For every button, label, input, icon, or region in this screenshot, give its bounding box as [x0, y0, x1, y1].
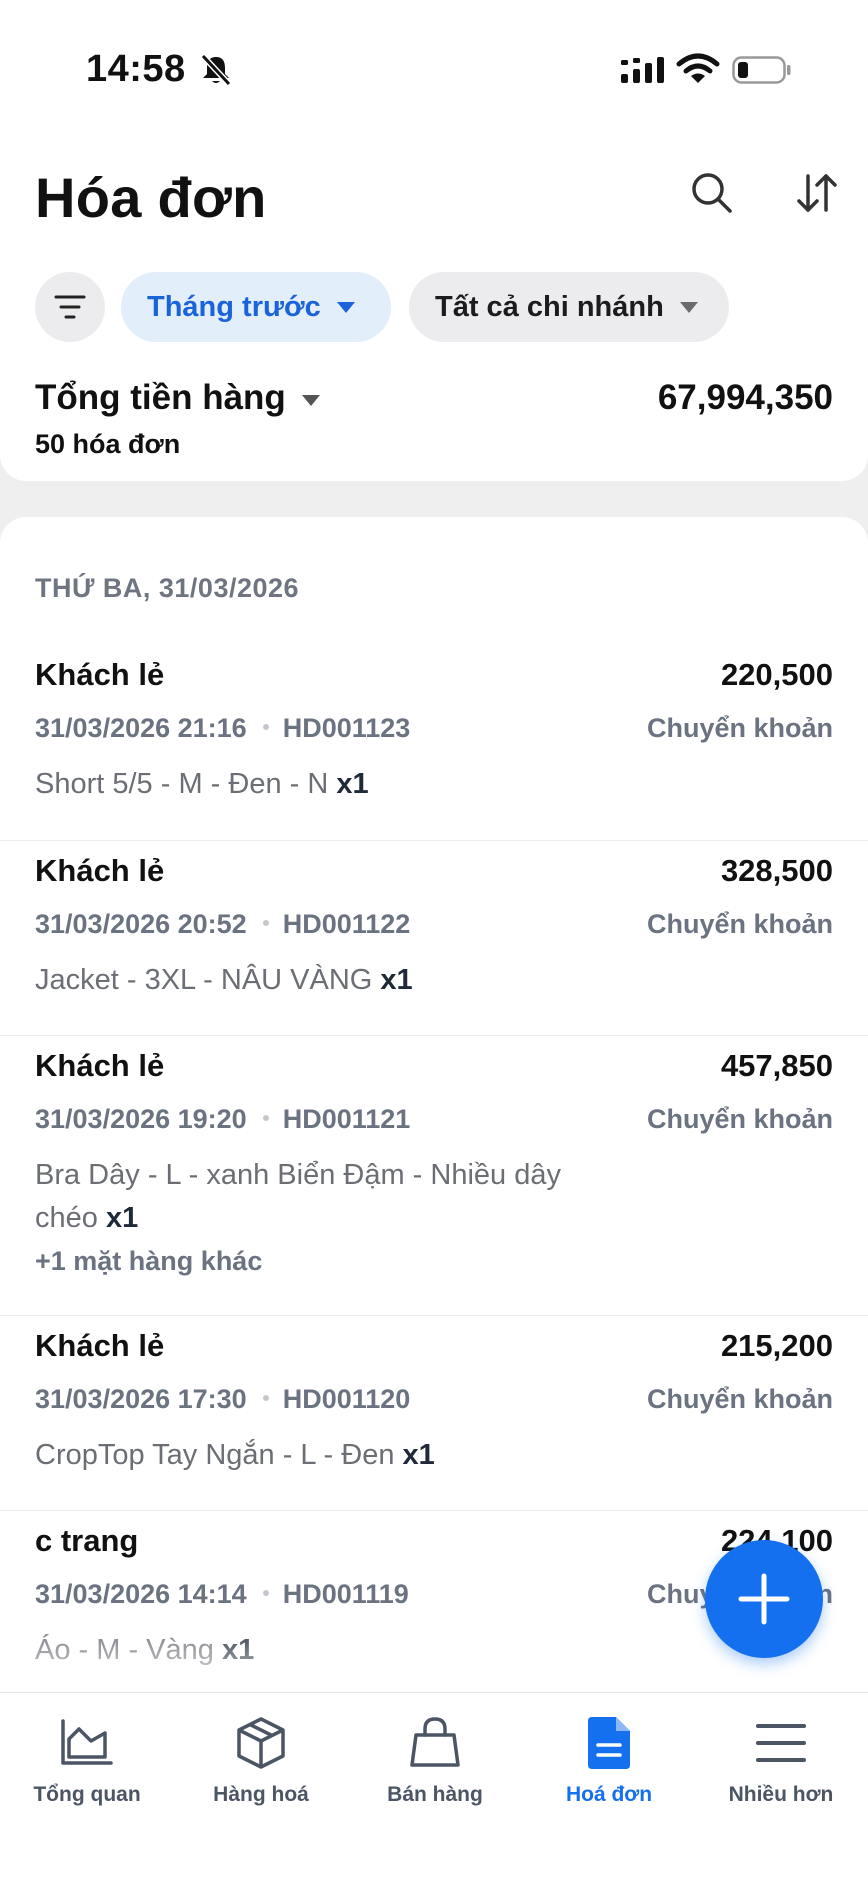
- item-name: Short 5/5 - M - Đen - N: [35, 768, 329, 800]
- invoice-code: HD001119: [282, 1579, 409, 1609]
- item-name: Jacket - 3XL - NÂU VÀNG: [35, 964, 373, 996]
- invoice-items: Áo - M - Vàng x1: [35, 1629, 615, 1672]
- invoice-count: 50 hóa đơn: [35, 429, 181, 459]
- separator-dot: [262, 1589, 269, 1596]
- branch-filter-chip[interactable]: Tất cả chi nhánh: [409, 272, 729, 342]
- invoice-meta: 31/03/2026 14:14 HD001119: [35, 1579, 409, 1610]
- invoice-datetime: 31/03/2026 21:16: [35, 713, 247, 743]
- invoice-datetime: 31/03/2026 17:30: [35, 1384, 247, 1414]
- item-qty: x1: [380, 964, 413, 996]
- invoice-items: Jacket - 3XL - NÂU VÀNG x1: [35, 959, 615, 1002]
- invoice-meta: 31/03/2026 17:30 HD001120: [35, 1384, 410, 1415]
- invoice-meta: 31/03/2026 20:52 HD001122: [35, 909, 410, 940]
- nav-label: Bán hàng: [387, 1783, 483, 1806]
- caret-down-icon: [679, 301, 698, 313]
- cellular-signal-icon: [621, 57, 664, 83]
- search-icon: [692, 173, 732, 213]
- nav-item-overview[interactable]: Tổng quan: [0, 1713, 174, 1823]
- document-icon: [588, 1717, 630, 1769]
- total-label: Tổng tiền hàng: [35, 378, 286, 417]
- item-qty: x1: [336, 768, 369, 800]
- total-amount: 67,994,350: [657, 378, 833, 417]
- customer-name: Khách lẻ: [35, 657, 165, 692]
- nav-item-products[interactable]: Hàng hoá: [174, 1713, 348, 1823]
- box-icon: [237, 1717, 285, 1769]
- item-qty: x1: [402, 1439, 435, 1471]
- period-filter-chip[interactable]: Tháng trước: [121, 272, 391, 342]
- invoice-datetime: 31/03/2026 19:20: [35, 1104, 247, 1134]
- payment-method: Chuyển khoản: [646, 1104, 833, 1134]
- item-name: CropTop Tay Ngắn - L - Đen: [35, 1439, 395, 1471]
- payment-method: Chuyển khoản: [646, 909, 833, 939]
- status-bar: 14:58: [0, 0, 868, 140]
- branch-filter-label: Tất cả chi nhánh: [435, 290, 664, 323]
- nav-label: Nhiều hơn: [728, 1783, 834, 1806]
- wifi-icon: [676, 53, 720, 83]
- payment-method: Chuyển khoản: [646, 1384, 833, 1414]
- top-panel: 14:58 Hóa đơn Tháng trước Tất cả chi nhá…: [0, 0, 868, 481]
- invoice-row[interactable]: Khách lẻ 215,200 31/03/2026 17:30 HD00112…: [0, 1316, 868, 1511]
- invoice-datetime: 31/03/2026 20:52: [35, 909, 247, 939]
- nav-item-sales[interactable]: Bán hàng: [348, 1713, 522, 1823]
- invoice-amount: 328,500: [720, 853, 833, 888]
- menu-icon: [756, 1724, 806, 1762]
- period-filter-label: Tháng trước: [147, 290, 321, 323]
- nav-label: Hoá đơn: [565, 1783, 653, 1806]
- separator-dot: [262, 1394, 269, 1401]
- invoice-code: HD001120: [282, 1384, 411, 1414]
- invoice-code: HD001122: [282, 909, 411, 939]
- invoice-meta: 31/03/2026 21:16 HD001123: [35, 713, 410, 744]
- total-selector[interactable]: Tổng tiền hàng: [35, 378, 320, 418]
- customer-name: c trang: [35, 1523, 139, 1558]
- customer-name: Khách lẻ: [35, 853, 165, 888]
- bottom-nav: Tổng quan Hàng hoá Bán hàng Hoá đơn Nhiề…: [0, 1692, 868, 1888]
- customer-name: Khách lẻ: [35, 1048, 165, 1083]
- invoice-row[interactable]: Khách lẻ 220,500 31/03/2026 21:16 HD00112…: [0, 645, 868, 841]
- invoice-code: HD001123: [282, 713, 411, 743]
- separator-dot: [262, 1114, 269, 1121]
- separator-dot: [262, 919, 269, 926]
- sort-button[interactable]: [792, 168, 842, 218]
- more-items-label: +1 mặt hàng khác: [35, 1246, 263, 1276]
- invoice-datetime: 31/03/2026 14:14: [35, 1579, 247, 1609]
- nav-item-invoices[interactable]: Hoá đơn: [522, 1713, 696, 1823]
- payment-method: Chuyển khoản: [646, 713, 833, 743]
- invoice-amount: 215,200: [720, 1328, 833, 1363]
- separator-dot: [262, 723, 269, 730]
- search-button[interactable]: [687, 168, 737, 218]
- item-name: Áo - M - Vàng: [35, 1634, 214, 1666]
- item-qty: x1: [221, 1634, 255, 1666]
- filter-icon: [54, 295, 86, 319]
- status-time: 14:58: [86, 48, 186, 90]
- shopping-bag-icon: [410, 1717, 460, 1767]
- caret-down-icon: [301, 394, 320, 406]
- invoice-meta: 31/03/2026 19:20 HD001121: [35, 1104, 410, 1135]
- add-invoice-button[interactable]: [705, 1540, 823, 1658]
- invoice-items: Bra Dây - L - xanh Biển Đậm - Nhiều dây …: [35, 1154, 615, 1240]
- invoice-list: THỨ BA, 31/03/2026 Khách lẻ 220,500 31/0…: [0, 517, 868, 1692]
- chart-icon: [61, 1719, 113, 1765]
- invoice-row[interactable]: Khách lẻ 457,850 31/03/2026 19:20 HD00112…: [0, 1036, 868, 1316]
- invoice-amount: 457,850: [720, 1048, 833, 1083]
- invoice-amount: 220,500: [720, 657, 833, 692]
- bell-muted-icon: [200, 53, 232, 87]
- nav-label: Hàng hoá: [213, 1783, 309, 1806]
- nav-item-more[interactable]: Nhiều hơn: [694, 1713, 868, 1823]
- filter-button[interactable]: [35, 272, 105, 342]
- caret-down-icon: [336, 301, 355, 313]
- date-group-header: THỨ BA, 31/03/2026: [35, 573, 300, 603]
- nav-label: Tổng quan: [33, 1783, 141, 1806]
- battery-icon: [732, 56, 791, 84]
- plus-icon: [738, 1573, 790, 1625]
- sort-icon: [797, 174, 837, 212]
- page-title: Hóa đơn: [35, 166, 267, 229]
- invoice-code: HD001121: [282, 1104, 411, 1134]
- invoice-items: CropTop Tay Ngắn - L - Đen x1: [35, 1434, 615, 1477]
- customer-name: Khách lẻ: [35, 1328, 165, 1363]
- invoice-row[interactable]: Khách lẻ 328,500 31/03/2026 20:52 HD00112…: [0, 841, 868, 1036]
- invoice-items: Short 5/5 - M - Đen - N x1: [35, 763, 615, 806]
- item-qty: x1: [105, 1202, 139, 1234]
